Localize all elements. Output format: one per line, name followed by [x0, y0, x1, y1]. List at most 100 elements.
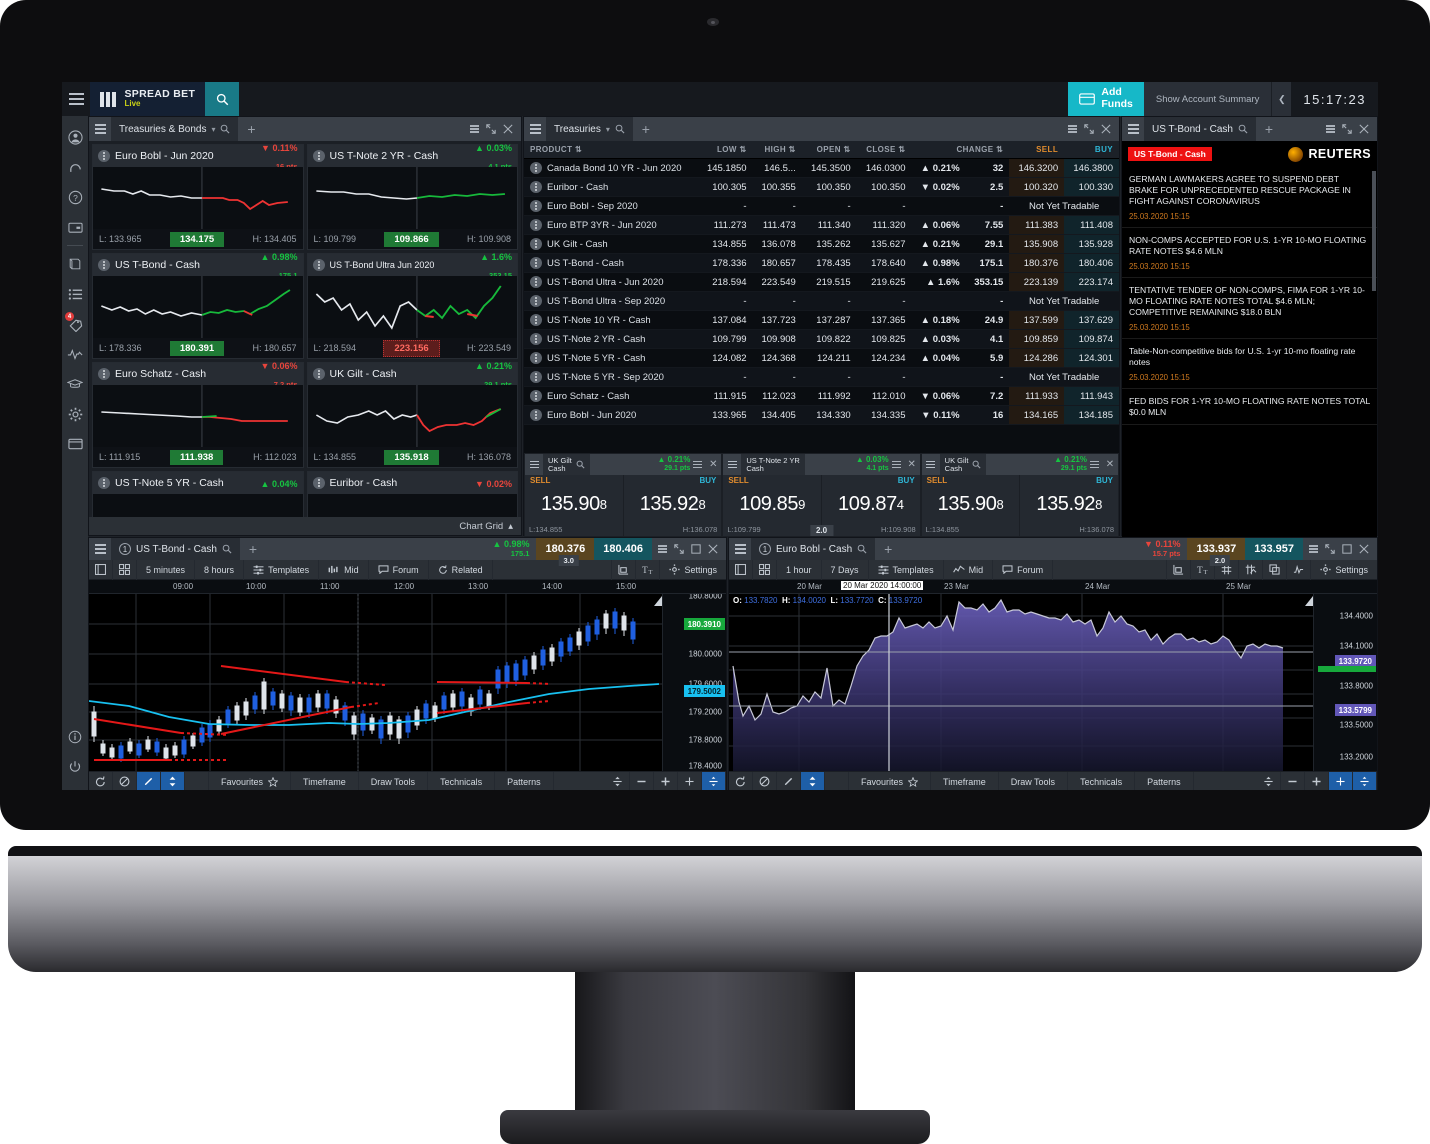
table-row[interactable]: Canada Bond 10 YR - Jun 2020 145.1850 146.… — [524, 158, 1119, 178]
kebab-icon[interactable] — [530, 295, 542, 307]
auto-scale-icon[interactable] — [702, 771, 726, 790]
search-icon[interactable] — [205, 82, 240, 116]
kebab-icon[interactable] — [530, 314, 542, 326]
technicals-button[interactable]: Technicals — [1068, 771, 1136, 790]
help-icon[interactable]: ? — [62, 182, 88, 212]
templates-button[interactable]: Templates — [244, 559, 320, 580]
zoom-in-icon[interactable] — [1305, 771, 1329, 790]
news-menu-icon[interactable] — [1122, 117, 1144, 141]
move-tool-icon[interactable] — [161, 771, 185, 790]
table-row[interactable]: UK Gilt - Cash 134.855 136.078 135.262 135.6… — [524, 234, 1119, 254]
panel-options-icon[interactable] — [658, 545, 667, 553]
pen-tool-icon[interactable] — [137, 771, 161, 790]
tab-chart-us-tbond[interactable]: 1 US T-Bond - Cash — [111, 538, 240, 560]
copy-icon[interactable] — [1263, 559, 1288, 580]
ticket-instrument[interactable]: UK Gilt Cash — [939, 454, 987, 475]
close-icon[interactable] — [708, 544, 718, 554]
cell-product[interactable]: Euribor - Cash — [524, 177, 698, 197]
gear-icon[interactable] — [62, 399, 88, 429]
technicals-button[interactable]: Technicals — [428, 771, 496, 790]
cell-sell[interactable]: 135.908 — [1009, 234, 1065, 254]
maximize-icon[interactable] — [1342, 124, 1352, 134]
news-item[interactable]: TENTATIVE TENDER OF NON-COMPS, FIMA FOR … — [1122, 278, 1377, 339]
cell-sell[interactable]: 100.320 — [1009, 177, 1065, 197]
kebab-icon[interactable] — [530, 333, 542, 345]
close-icon[interactable] — [1359, 124, 1369, 134]
price-type-button[interactable]: Mid — [319, 559, 369, 580]
close-icon[interactable]: ✕ — [705, 459, 721, 470]
favourites-button[interactable]: Favourites — [849, 771, 932, 790]
news-item[interactable]: FED BIDS FOR 1-YR 10-MO FLOATING RATE NO… — [1122, 389, 1377, 425]
add-funds-button[interactable]: Add Funds — [1068, 82, 1144, 116]
cell-buy[interactable]: 109.874 — [1064, 329, 1119, 349]
zoom-in-icon[interactable] — [654, 771, 678, 790]
undo-icon[interactable] — [729, 771, 753, 790]
cell-sell[interactable]: 223.139 — [1009, 272, 1065, 292]
cell-product[interactable]: UK Gilt - Cash — [524, 234, 698, 254]
layout-list-icon[interactable] — [729, 559, 753, 580]
news-item[interactable]: GERMAN LAWMAKERS AGREE TO SUSPEND DEBT B… — [1122, 167, 1377, 228]
kebab-icon[interactable] — [98, 150, 110, 162]
chart-left-menu-icon[interactable] — [89, 537, 111, 561]
move-tool-icon[interactable] — [801, 771, 825, 790]
chart-left-plot[interactable]: 180.8000 180.3910 180.0000 179.6000 179.… — [89, 594, 726, 771]
ticket-sell-side[interactable]: SELL 109.85 9 L:109.799 — [723, 475, 822, 536]
deal-ticket[interactable]: UK Gilt Cash ▲ 0.21% 29.1 pts ✕ SELL 135… — [809, 454, 1118, 536]
panel-options-icon[interactable] — [1309, 545, 1318, 553]
watchlist-card[interactable]: Euro Schatz - Cash ▼ 0.06%7.2 pts — [92, 361, 304, 468]
crosshair-icon[interactable] — [678, 771, 702, 790]
interval-button[interactable]: 1 hour — [777, 559, 822, 580]
cell-buy[interactable]: 137.629 — [1064, 310, 1119, 330]
layout-grid-icon[interactable] — [753, 559, 777, 580]
maximize-icon[interactable] — [674, 544, 684, 554]
window-icon[interactable] — [62, 429, 88, 459]
chart-right-buy-button[interactable]: 133.957 — [1245, 538, 1303, 560]
chart-right-plot[interactable]: O: 133.7820 H: 134.0020 L: 133.7720 C: 1… — [729, 594, 1377, 771]
templates-button[interactable]: Templates — [869, 559, 944, 580]
main-menu-icon[interactable] — [62, 82, 90, 116]
close-icon[interactable] — [1359, 544, 1369, 554]
col-open[interactable]: OPEN ⇅ — [801, 141, 857, 159]
cell-buy[interactable]: 134.185 — [1064, 405, 1119, 425]
cell-sell[interactable]: 111.933 — [1009, 386, 1065, 406]
alert-icon[interactable] — [1287, 559, 1312, 580]
popout-icon[interactable] — [691, 544, 701, 554]
cell-product[interactable]: US T-Bond Ultra - Sep 2020 — [524, 291, 698, 311]
ticket-instrument[interactable]: US T-Note 2 YR Cash — [741, 454, 805, 475]
cell-buy[interactable]: 111.943 — [1064, 386, 1119, 406]
ticket-menu-icon[interactable] — [922, 463, 940, 466]
ticket-buy-side[interactable]: BUY 135.92 8 H:136.078 — [623, 475, 722, 536]
settings-button[interactable]: Settings — [1311, 560, 1377, 580]
cell-sell[interactable]: 146.3200 — [1009, 158, 1065, 178]
graduation-icon[interactable] — [62, 369, 88, 399]
chart-right-y-axis[interactable]: 134.4000 134.1000 133.9720 133.8000 133.… — [1313, 594, 1377, 771]
news-item[interactable]: Table-Non-competitive bids for U.S. 1-yr… — [1122, 339, 1377, 389]
close-icon[interactable] — [503, 124, 513, 134]
chevron-left-icon[interactable]: ❮ — [1271, 82, 1292, 116]
forum-button[interactable]: Forum — [993, 559, 1054, 580]
tab-treasuries-and-bonds[interactable]: Treasuries & Bonds ▾ — [111, 117, 239, 141]
cell-product[interactable]: US T-Bond Ultra - Jun 2020 — [524, 272, 698, 292]
table-row[interactable]: US T-Bond Ultra - Sep 2020- - - - - Not Yet T… — [524, 291, 1119, 311]
watchlist-card[interactable]: Euro Bobl - Jun 2020 ▼ 0.11%16 pts L: 1 — [92, 143, 304, 250]
maximize-icon[interactable] — [1325, 544, 1335, 554]
cell-buy[interactable]: 146.3800 — [1064, 158, 1119, 178]
cell-buy[interactable]: 100.330 — [1064, 177, 1119, 197]
chart-right-menu-icon[interactable] — [729, 537, 751, 561]
table-row[interactable]: US T-Note 5 YR - Sep 2020- - - - - Not Yet Tr… — [524, 367, 1119, 387]
chevron-down-icon[interactable]: ▾ — [211, 125, 215, 134]
range-button[interactable]: 8 hours — [195, 559, 245, 580]
panel-options-icon[interactable] — [1068, 125, 1077, 133]
cell-sell[interactable]: 134.165 — [1009, 405, 1065, 425]
fit-vertical-icon[interactable] — [1257, 771, 1281, 790]
table-row[interactable]: Euro BTP 3YR - Jun 2020 111.273 111.473 111… — [524, 215, 1119, 235]
text-tool-icon[interactable]: TT — [636, 559, 661, 580]
kebab-icon[interactable] — [312, 477, 325, 489]
cell-buy[interactable]: 223.174 — [1064, 272, 1119, 292]
tab-search-icon[interactable] — [857, 544, 867, 554]
cell-buy[interactable]: 135.928 — [1064, 234, 1119, 254]
table-row[interactable]: Euro Schatz - Cash 111.915 112.023 111.992 1… — [524, 386, 1119, 406]
ticket-instrument[interactable]: UK Gilt Cash — [543, 454, 590, 475]
kebab-icon[interactable] — [530, 200, 542, 212]
chevron-down-icon[interactable]: ▾ — [606, 125, 610, 134]
